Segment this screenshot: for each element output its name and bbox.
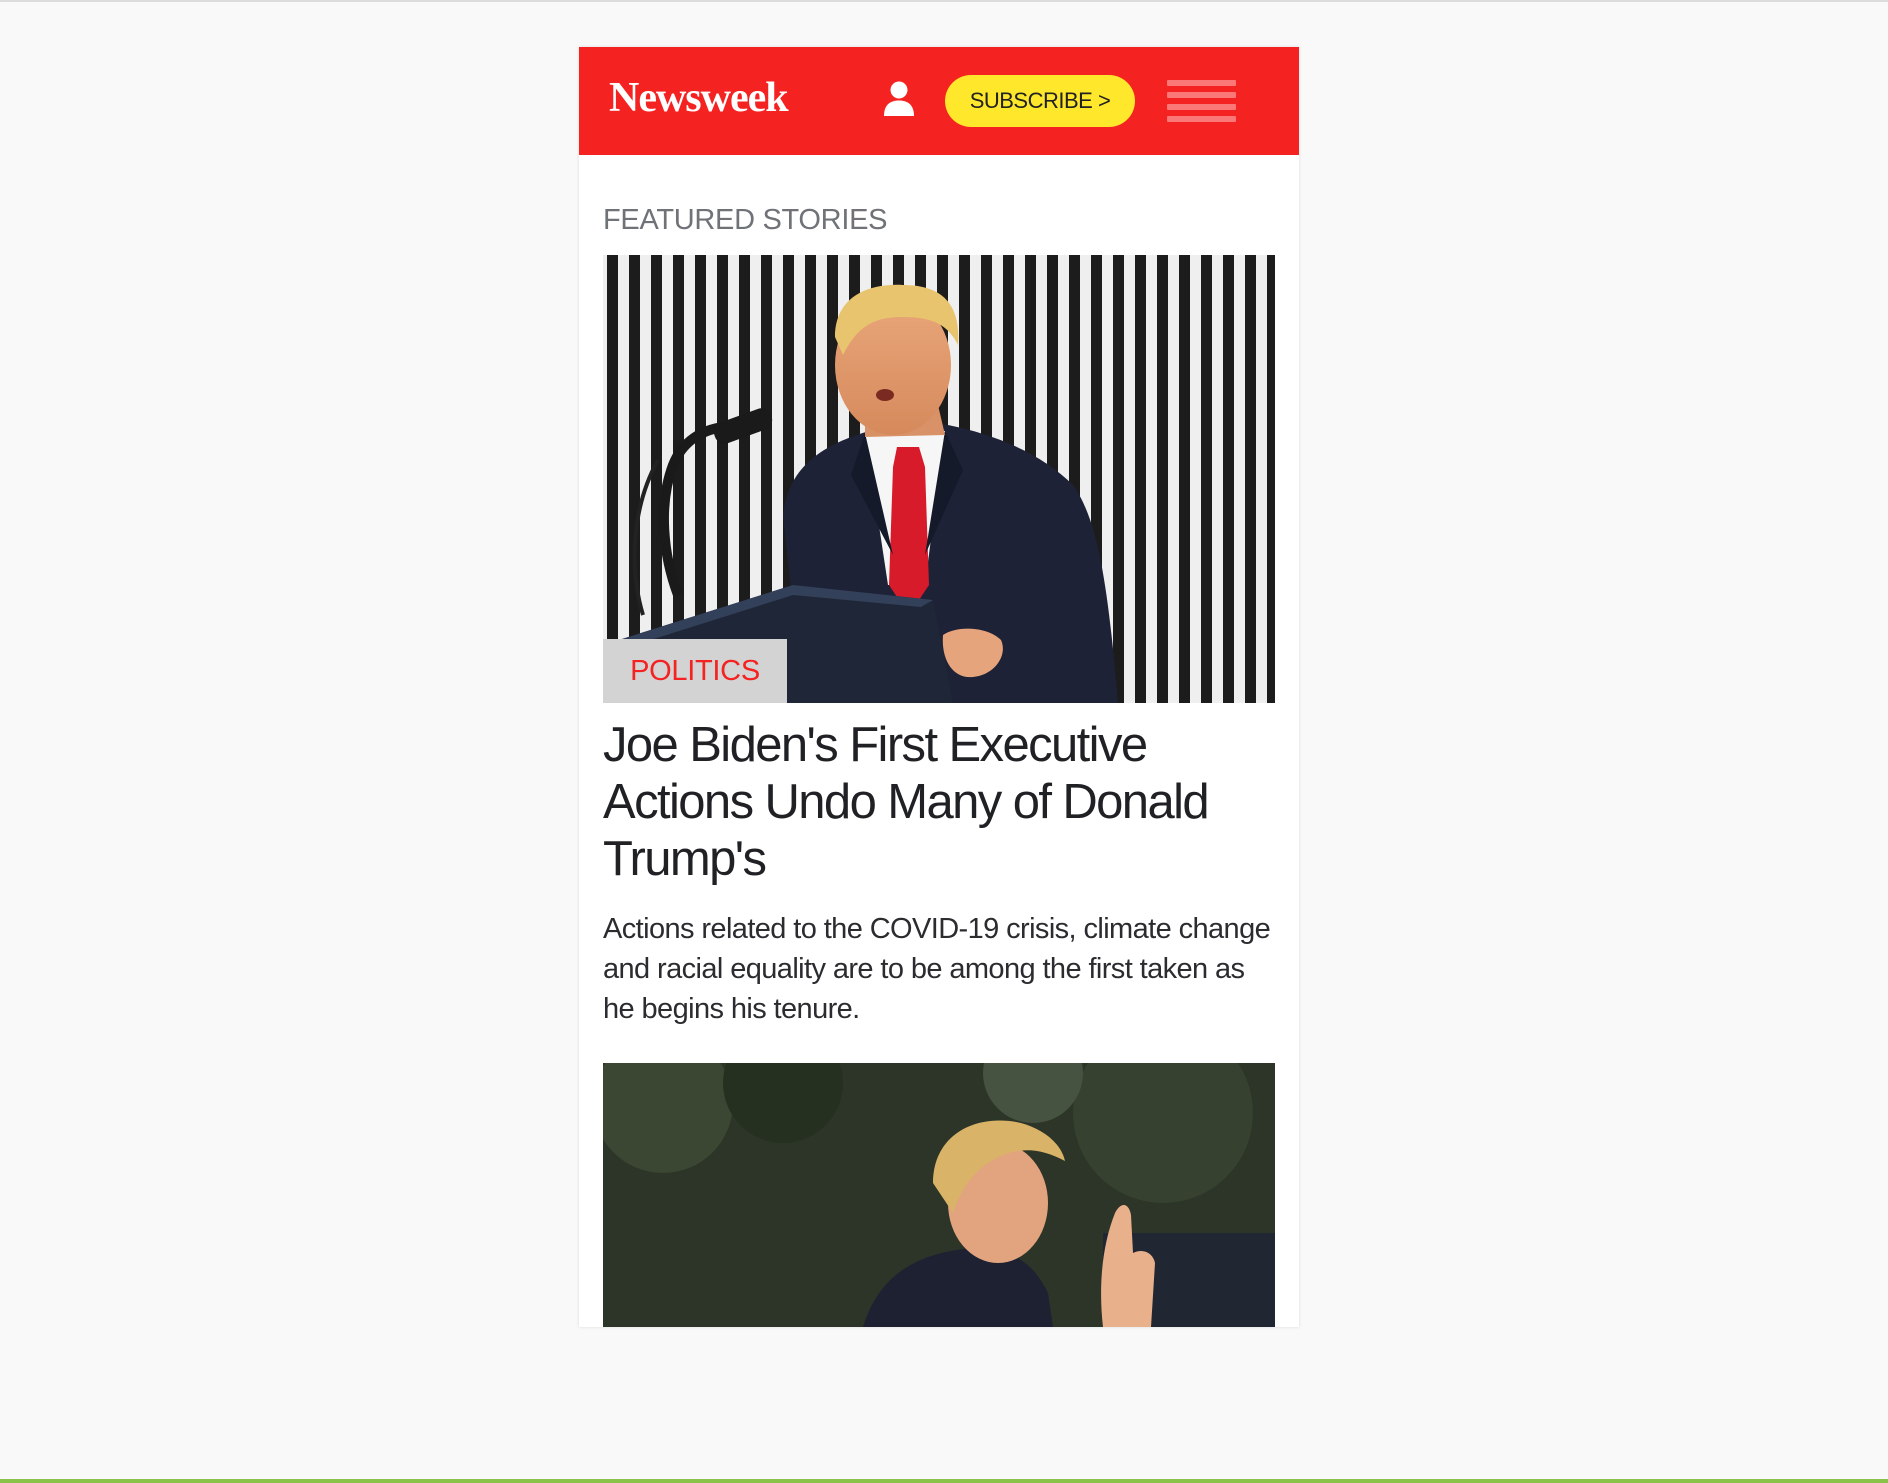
site-header: Newsweek SUBSCRIBE > xyxy=(579,47,1299,155)
mobile-viewport: Newsweek SUBSCRIBE > FEATURED STORIES PO… xyxy=(579,47,1299,1327)
section-title: FEATURED STORIES xyxy=(603,204,888,236)
featured-story-image[interactable] xyxy=(603,255,1275,703)
newsweek-logo[interactable]: Newsweek xyxy=(609,73,789,123)
subscribe-button[interactable]: SUBSCRIBE > xyxy=(945,75,1135,127)
speaker-at-podium-photo xyxy=(603,255,1275,703)
browser-bottom-border xyxy=(0,1479,1888,1483)
user-icon[interactable] xyxy=(882,81,916,117)
browser-top-border xyxy=(0,0,1888,2)
person-waving-photo xyxy=(603,1063,1275,1327)
second-story-image[interactable] xyxy=(603,1063,1275,1327)
story-summary: Actions related to the COVID-19 crisis, … xyxy=(603,913,1271,1025)
hamburger-menu-icon[interactable] xyxy=(1167,80,1236,122)
category-tag[interactable]: POLITICS xyxy=(603,639,787,703)
story-headline[interactable]: Joe Biden's First Executive Actions Undo… xyxy=(603,717,1275,888)
